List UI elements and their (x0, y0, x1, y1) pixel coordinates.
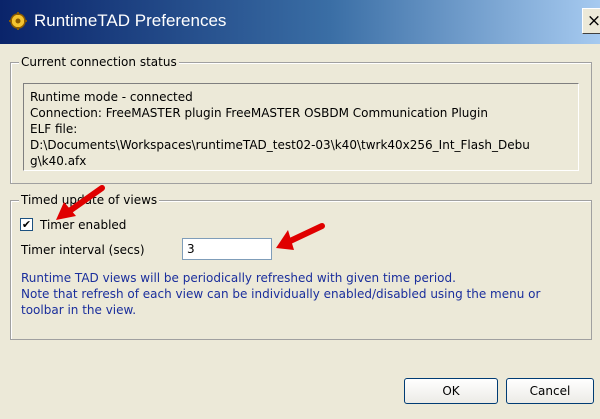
connection-status-legend: Current connection status (19, 55, 179, 69)
title-bar[interactable]: RuntimeTAD Preferences × (0, 0, 600, 44)
red-annotation-arrow-icon (56, 185, 105, 220)
cancel-button[interactable]: Cancel (506, 378, 594, 404)
close-icon: × (586, 11, 600, 31)
connection-status-box: Runtime mode - connected Connection: Fre… (23, 83, 579, 171)
note-line: toolbar in the view. (21, 303, 137, 317)
preferences-gear-icon (9, 12, 27, 30)
status-line: ELF file: (30, 122, 78, 136)
close-button[interactable]: × (582, 8, 600, 34)
status-line: Connection: FreeMASTER plugin FreeMASTER… (30, 106, 488, 120)
check-icon: ✔ (21, 218, 32, 231)
note-line: Note that refresh of each view can be in… (21, 287, 541, 301)
ok-button[interactable]: OK (404, 378, 498, 404)
note-line: Runtime TAD views will be periodically r… (21, 271, 456, 285)
timer-interval-label: Timer interval (secs) (21, 243, 145, 257)
status-line: D:\Documents\Workspaces\runtimeTAD_test0… (30, 138, 530, 152)
connection-status-group: Current connection status Runtime mode -… (10, 55, 592, 184)
window-title: RuntimeTAD Preferences (34, 11, 227, 30)
timer-enabled-checkbox[interactable]: ✔ (20, 218, 33, 231)
red-annotation-arrow-icon (276, 223, 325, 250)
status-line: Runtime mode - connected (30, 90, 193, 104)
timer-interval-input[interactable]: 3 (182, 238, 272, 260)
status-line: g\k40.afx (30, 154, 87, 168)
